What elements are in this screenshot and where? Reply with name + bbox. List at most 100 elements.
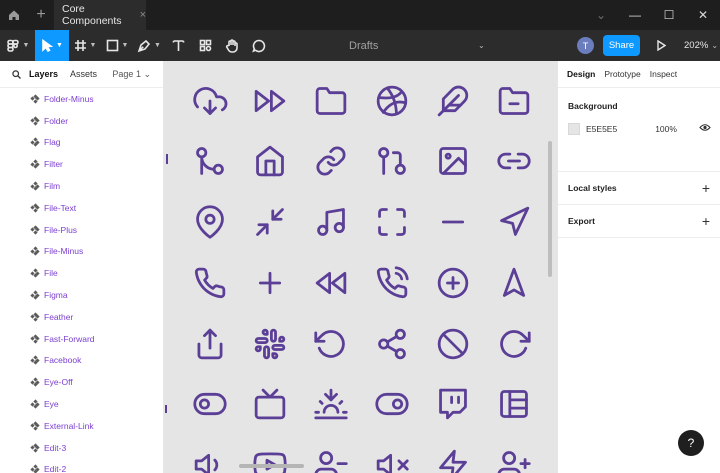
search-icon[interactable] [12,69,21,79]
layer-item[interactable]: File-Text [0,197,163,219]
canvas[interactable] [164,61,557,473]
navigation-icon[interactable] [496,204,532,240]
layer-item[interactable]: File [0,262,163,284]
plus-icon[interactable] [252,265,288,301]
rotate-cw-icon[interactable] [496,326,532,362]
phone-call-icon[interactable] [374,265,410,301]
main-menu-button[interactable]: ▼ [0,30,35,61]
twitch-icon[interactable] [435,386,471,422]
layer-item[interactable]: External-Link [0,415,163,437]
page-selector[interactable]: Page 1 ⌄ [112,69,151,80]
layer-item[interactable]: Edit-3 [0,437,163,459]
layer-item[interactable]: Flag [0,132,163,154]
music-icon[interactable] [313,204,349,240]
cloud-download-icon[interactable] [192,83,228,119]
home-icon[interactable] [0,0,28,30]
hand-tool[interactable] [219,30,245,61]
pen-tool[interactable]: ▼ [133,30,165,61]
image-icon[interactable] [435,143,471,179]
close-tab-icon[interactable]: × [140,9,146,21]
layer-item[interactable]: Edit-2 [0,459,163,473]
play-icon[interactable] [653,37,669,54]
link-2-icon[interactable] [496,143,532,179]
layer-item[interactable]: Feather [0,306,163,328]
folder-icon[interactable] [313,83,349,119]
fast-forward-icon[interactable] [252,83,288,119]
navigation-2-icon[interactable] [496,265,532,301]
rotate-ccw-icon[interactable] [313,326,349,362]
move-tool[interactable]: ▼ [35,30,69,61]
youtube-icon[interactable] [252,447,288,473]
share-2-icon[interactable] [374,326,410,362]
user-plus-icon[interactable] [496,447,532,473]
canvas-horizontal-scrollbar[interactable] [239,464,304,468]
canvas-vertical-scrollbar[interactable] [548,141,552,277]
git-pull-request-icon[interactable] [374,143,410,179]
slack-icon[interactable] [252,326,288,362]
file-tab[interactable]: Core Components × [54,0,146,30]
minus-icon[interactable] [435,204,471,240]
toggle-left-icon[interactable] [192,386,228,422]
rewind-icon[interactable] [313,265,349,301]
tab-inspect[interactable]: Inspect [650,69,677,79]
layer-item[interactable]: Filter [0,153,163,175]
link-icon[interactable] [313,143,349,179]
share-icon[interactable] [192,326,228,362]
map-pin-icon[interactable] [192,204,228,240]
tab-design[interactable]: Design [567,69,595,79]
help-button[interactable]: ? [678,430,704,456]
background-color-swatch[interactable] [568,123,580,135]
frame-tool[interactable]: ▼ [69,30,101,61]
file-name[interactable]: Drafts [349,30,378,61]
tv-icon[interactable] [252,386,288,422]
minimize-2-icon[interactable] [252,204,288,240]
eye-icon[interactable] [699,123,711,132]
tab-assets[interactable]: Assets [70,69,97,79]
toggle-right-icon[interactable] [374,386,410,422]
background-hex-input[interactable]: E5E5E5 [586,124,617,134]
layer-item[interactable]: Folder-Minus [0,88,163,110]
avatar[interactable]: T [577,37,594,54]
dribbble-icon[interactable] [374,83,410,119]
minimize-button[interactable]: — [618,0,652,30]
layer-item[interactable]: Facebook [0,350,163,372]
shape-tool[interactable]: ▼ [101,30,133,61]
layer-item[interactable]: File-Plus [0,219,163,241]
phone-icon[interactable] [192,265,228,301]
add-style-button[interactable]: + [702,180,710,196]
text-tool[interactable] [165,30,191,61]
layer-item[interactable]: Eye [0,393,163,415]
volume-x-icon[interactable] [374,447,410,473]
sidebar-icon[interactable] [496,386,532,422]
home-icon[interactable] [252,143,288,179]
zoom-dropdown[interactable]: 202% ⌄ [684,30,718,61]
comment-tool[interactable] [245,30,273,61]
layer-item[interactable]: Figma [0,284,163,306]
background-opacity-input[interactable]: 100% [655,124,677,134]
layer-item[interactable]: File-Minus [0,241,163,263]
zap-icon[interactable] [435,447,471,473]
folder-minus-icon[interactable] [496,83,532,119]
tab-prototype[interactable]: Prototype [604,69,640,79]
maximize-icon[interactable] [374,204,410,240]
layer-item[interactable]: Eye-Off [0,371,163,393]
layer-item[interactable]: Film [0,175,163,197]
new-tab-button[interactable]: + [28,0,54,30]
layer-item[interactable]: Fast-Forward [0,328,163,350]
plus-circle-icon[interactable] [435,265,471,301]
volume-icon[interactable] [192,447,228,473]
chevron-down-icon[interactable]: ⌄ [584,0,618,30]
git-merge-icon[interactable] [192,143,228,179]
resources-tool[interactable] [191,30,219,61]
sunset-icon[interactable] [313,386,349,422]
maximize-button[interactable]: ☐ [652,0,686,30]
close-window-button[interactable]: ✕ [686,0,720,30]
add-export-button[interactable]: + [702,213,710,229]
tab-layers[interactable]: Layers [29,69,58,79]
user-minus-icon[interactable] [313,447,349,473]
feather-icon[interactable] [435,83,471,119]
share-button[interactable]: Share [603,35,640,56]
layer-item[interactable]: Folder [0,110,163,132]
slash-icon[interactable] [435,326,471,362]
chevron-down-icon[interactable]: ⌄ [478,30,485,61]
